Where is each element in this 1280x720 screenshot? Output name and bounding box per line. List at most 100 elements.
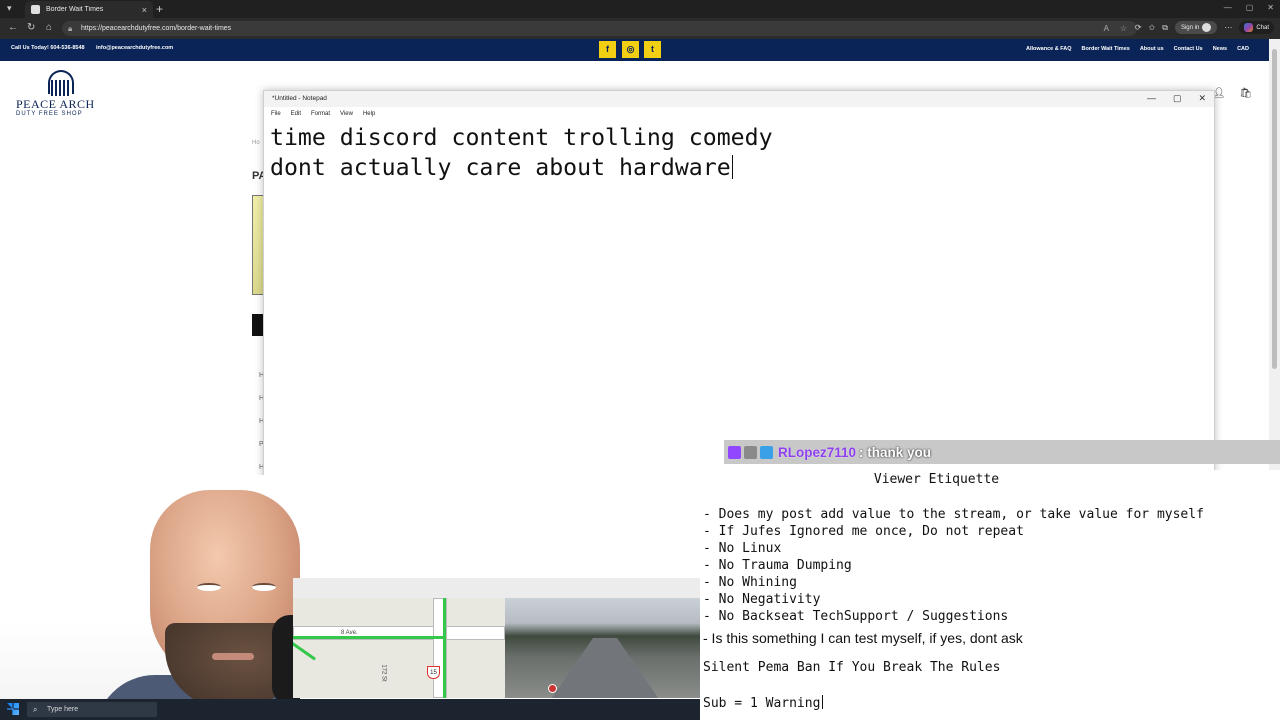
nav-currency[interactable]: CAD (1237, 46, 1249, 52)
favicon-icon (31, 5, 40, 14)
nav-news[interactable]: News (1213, 46, 1227, 52)
copilot-chat-button[interactable]: Chat (1239, 21, 1274, 34)
favorite-star-icon[interactable]: ☆ (1120, 21, 1127, 36)
sub-warning-text: Sub = 1 Warning (703, 696, 821, 711)
sub-warning-line: Sub = 1 Warning (703, 695, 824, 711)
viewer-etiquette-panel: Viewer Etiquette - Does my post add valu… (700, 470, 1280, 720)
read-aloud-icon[interactable]: A (1104, 21, 1109, 36)
menu-view[interactable]: View (340, 111, 353, 117)
avatar (1202, 23, 1212, 32)
search-icon: ⌕ (33, 705, 38, 714)
url-field[interactable]: 🔒︎ https://peacearchdutyfree.com/border-… (62, 21, 1137, 36)
twitter-icon[interactable]: t (644, 41, 661, 58)
instagram-icon[interactable]: ◎ (622, 41, 639, 58)
back-icon[interactable]: ← (8, 22, 18, 33)
traffic-line (443, 598, 446, 698)
text-caret (731, 155, 733, 179)
sign-in-label: Sign in (1180, 24, 1200, 31)
site-nav: Allowance & FAQ Border Wait Times About … (1026, 46, 1249, 52)
chat-username: RLopez7110 (778, 444, 857, 460)
page-lower-strip (293, 578, 701, 598)
streamer-eye (252, 583, 276, 591)
cart-icon[interactable]: 🛍︎ (1239, 88, 1252, 99)
lock-icon[interactable]: 🔒︎ (68, 21, 72, 36)
site-header-icons: 👤︎ 🛍︎ (1213, 88, 1252, 99)
home-icon[interactable]: ⌂ (46, 22, 52, 33)
taskbar: ⌕ Type here (0, 699, 700, 720)
webcam-overlay (0, 475, 300, 720)
streamer-mouth (212, 653, 254, 660)
close-tab-icon[interactable]: × (142, 5, 147, 15)
ban-notice: Silent Pema Ban If You Break The Rules (703, 660, 1001, 675)
url-text: https://peacearchdutyfree.com/border-wai… (81, 25, 232, 32)
traffic-line (293, 636, 443, 639)
nav-allowance-faq[interactable]: Allowance & FAQ (1026, 46, 1072, 52)
site-logo[interactable]: PEACE ARCH DUTY FREE SHOP (14, 70, 100, 120)
columns-icon (51, 80, 71, 96)
window-controls: — ▢ ✕ (1224, 3, 1274, 12)
tab-title: Border Wait Times (46, 6, 104, 13)
more-options-icon[interactable]: ⋯ (1224, 23, 1232, 32)
search-placeholder: Type here (47, 706, 79, 713)
favorites-icon[interactable]: ✩ (1149, 23, 1156, 32)
screen: ▾ Border Wait Times × + — ▢ ✕ ← ↻ ⌂ 🔒︎ h… (0, 0, 1280, 720)
refresh-icon[interactable]: ↻ (27, 22, 35, 33)
maximize-icon[interactable]: ▢ (1173, 93, 1182, 104)
refresh-extension-icon[interactable]: ⟳ (1135, 23, 1142, 32)
text-caret (822, 695, 824, 709)
etiquette-rule: - If Jufes Ignored me once, Do not repea… (703, 524, 1024, 539)
site-phone[interactable]: Call Us Today! 604-536-8548 (11, 45, 85, 51)
menu-edit[interactable]: Edit (291, 111, 301, 117)
windows-start-icon[interactable] (7, 703, 19, 715)
nav-about-us[interactable]: About us (1140, 46, 1164, 52)
scrollbar-thumb[interactable] (1272, 49, 1277, 369)
menu-format[interactable]: Format (311, 111, 330, 117)
collections-icon[interactable]: ⧉ (1162, 23, 1168, 33)
minimize-icon[interactable]: — (1147, 93, 1156, 104)
traffic-line (293, 642, 316, 661)
border-map[interactable]: 8 Ave. 172 St (293, 598, 505, 698)
close-window-icon[interactable]: ✕ (1267, 3, 1274, 12)
browser-tab[interactable]: Border Wait Times × (25, 1, 153, 18)
menu-help[interactable]: Help (363, 111, 375, 117)
copilot-icon (1244, 23, 1254, 32)
notepad-text-area[interactable]: time discord content trolling comedy don… (264, 121, 1214, 183)
etiquette-rule: - No Linux (703, 541, 782, 556)
crown-badge-icon (760, 445, 773, 459)
notepad-menu-bar: File Edit Format View Help (264, 107, 1214, 121)
maximize-icon[interactable]: ▢ (1246, 3, 1254, 12)
moderator-badge-icon (744, 445, 757, 459)
etiquette-rule: - No Backseat TechSupport / Suggestions (703, 609, 1009, 624)
traffic-camera-image[interactable] (505, 598, 701, 698)
logo-name: PEACE ARCH (16, 97, 95, 111)
logo-subtitle: DUTY FREE SHOP (16, 111, 83, 117)
browser-toolbar: ⟳ ✩ ⧉ Sign in ⋯ Chat (1135, 21, 1280, 34)
address-bar-row: ← ↻ ⌂ 🔒︎ https://peacearchdutyfree.com/b… (0, 18, 1280, 39)
notepad-line: dont actually care about hardware (270, 154, 731, 181)
nav-contact-us[interactable]: Contact Us (1174, 46, 1203, 52)
notepad-titlebar[interactable]: *Untitled - Notepad — ▢ ✕ (264, 91, 1214, 107)
site-email[interactable]: info@peacearchdutyfree.com (96, 45, 173, 51)
map-label: 8 Ave. (341, 630, 358, 636)
facebook-icon[interactable]: f (599, 41, 616, 58)
nav-border-wait-times[interactable]: Border Wait Times (1082, 46, 1130, 52)
taskbar-search[interactable]: ⌕ Type here (27, 702, 157, 717)
etiquette-rule: - Is this something I can test myself, i… (703, 630, 1023, 646)
browser-tab-strip: ▾ Border Wait Times × + — ▢ ✕ (0, 0, 1280, 18)
close-icon[interactable]: ✕ (1198, 93, 1206, 104)
do-not-enter-sign (548, 684, 557, 693)
twitch-badge-icon (728, 445, 741, 459)
etiquette-rule: - Does my post add value to the stream, … (703, 507, 1204, 522)
etiquette-rule: - No Negativity (703, 592, 821, 607)
sign-in-button[interactable]: Sign in (1174, 21, 1218, 34)
map-label: 172 St (380, 664, 387, 682)
breadcrumb[interactable]: Ho (252, 140, 260, 146)
new-tab-icon[interactable]: + (156, 2, 163, 16)
minimize-icon[interactable]: — (1224, 3, 1232, 12)
etiquette-rule: - No Whining (703, 575, 797, 590)
tab-actions-icon[interactable]: ▾ (7, 3, 12, 14)
chat-label: Chat (1256, 24, 1269, 31)
menu-file[interactable]: File (271, 111, 281, 117)
streamer-eye (197, 583, 221, 591)
chat-message: : thank you (859, 444, 932, 460)
